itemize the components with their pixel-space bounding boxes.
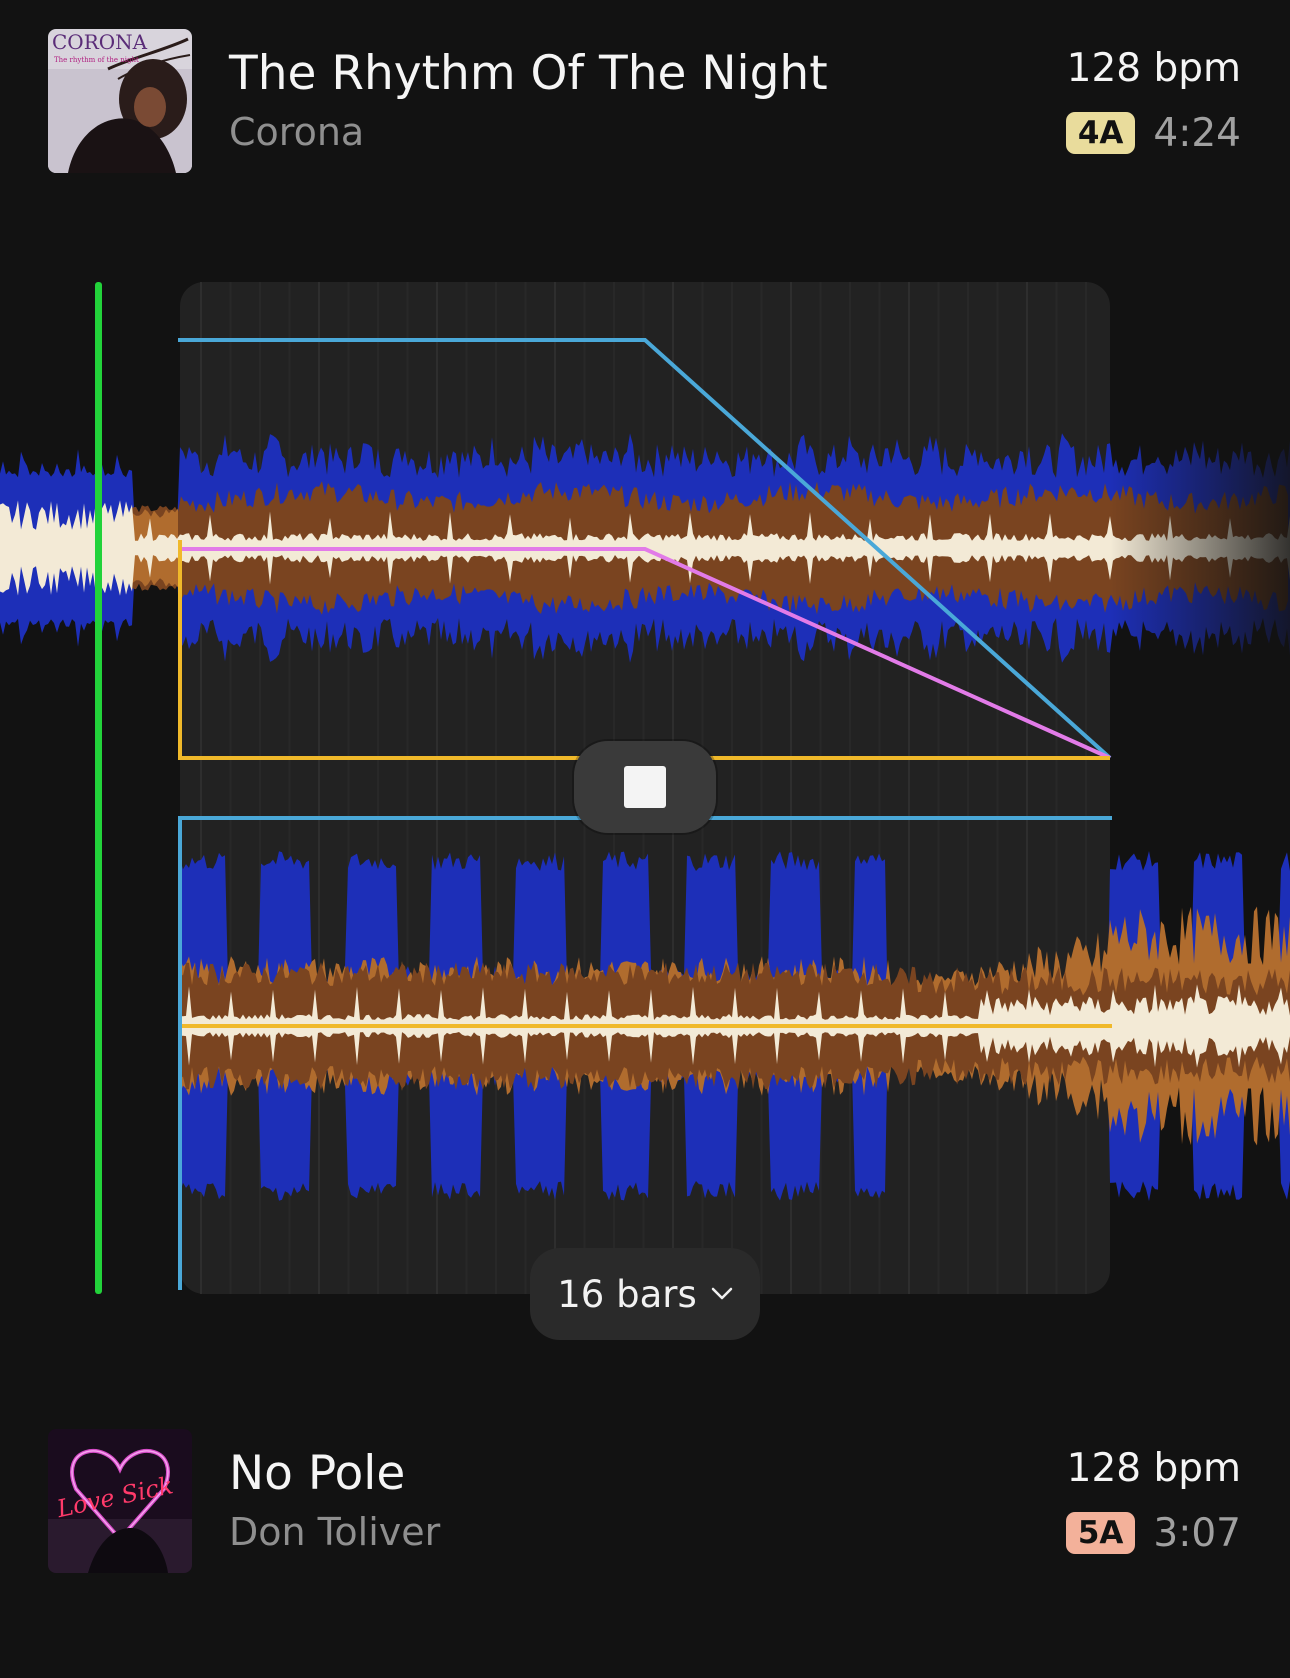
track-title: No Pole — [229, 1446, 406, 1501]
beat-line — [849, 282, 851, 1294]
track-title: The Rhythm Of The Night — [229, 46, 828, 101]
stop-button[interactable] — [574, 741, 716, 833]
svg-text:The rhythm of the night: The rhythm of the night — [54, 56, 139, 64]
next-track-row[interactable]: Love Sick No Pole Don Toliver 128 bpm 5A… — [0, 1426, 1290, 1586]
beat-line — [1055, 282, 1058, 1294]
waveform-fade-right — [1110, 420, 1290, 660]
track-meta: 5A 3:07 — [1065, 1510, 1241, 1556]
track-duration: 3:07 — [1153, 1510, 1241, 1556]
current-track-row[interactable]: CORONA The rhythm of the night The Rhyth… — [0, 26, 1290, 186]
key-badge: 5A — [1065, 1512, 1136, 1554]
svg-text:CORONA: CORONA — [52, 30, 148, 54]
beat-line — [937, 282, 940, 1294]
beat-line — [495, 282, 497, 1294]
beat-line — [318, 282, 320, 1294]
transition-length-label: 16 bars — [557, 1272, 697, 1316]
track-duration: 4:24 — [1153, 110, 1241, 156]
beat-line — [229, 282, 232, 1294]
beat-line — [1026, 282, 1028, 1294]
transition-length-dropdown[interactable]: 16 bars — [530, 1248, 760, 1340]
key-badge: 4A — [1065, 112, 1136, 154]
track-artist: Don Toliver — [229, 1510, 441, 1554]
chevron-down-icon — [711, 1287, 732, 1300]
stop-icon — [624, 766, 666, 808]
track-meta: 4A 4:24 — [1065, 110, 1241, 156]
album-art-corona: CORONA The rhythm of the night — [48, 29, 192, 173]
beat-line — [1085, 282, 1087, 1294]
beat-line — [996, 282, 999, 1294]
track-artist: Corona — [229, 110, 365, 154]
album-art-no-pole: Love Sick — [48, 1429, 192, 1573]
beat-line — [760, 282, 763, 1294]
track-bpm: 128 bpm — [1066, 1446, 1241, 1491]
beat-line — [908, 282, 910, 1294]
track-bpm: 128 bpm — [1066, 46, 1241, 91]
beat-line — [967, 282, 969, 1294]
beat-line — [406, 282, 409, 1294]
playhead[interactable] — [95, 282, 102, 1294]
